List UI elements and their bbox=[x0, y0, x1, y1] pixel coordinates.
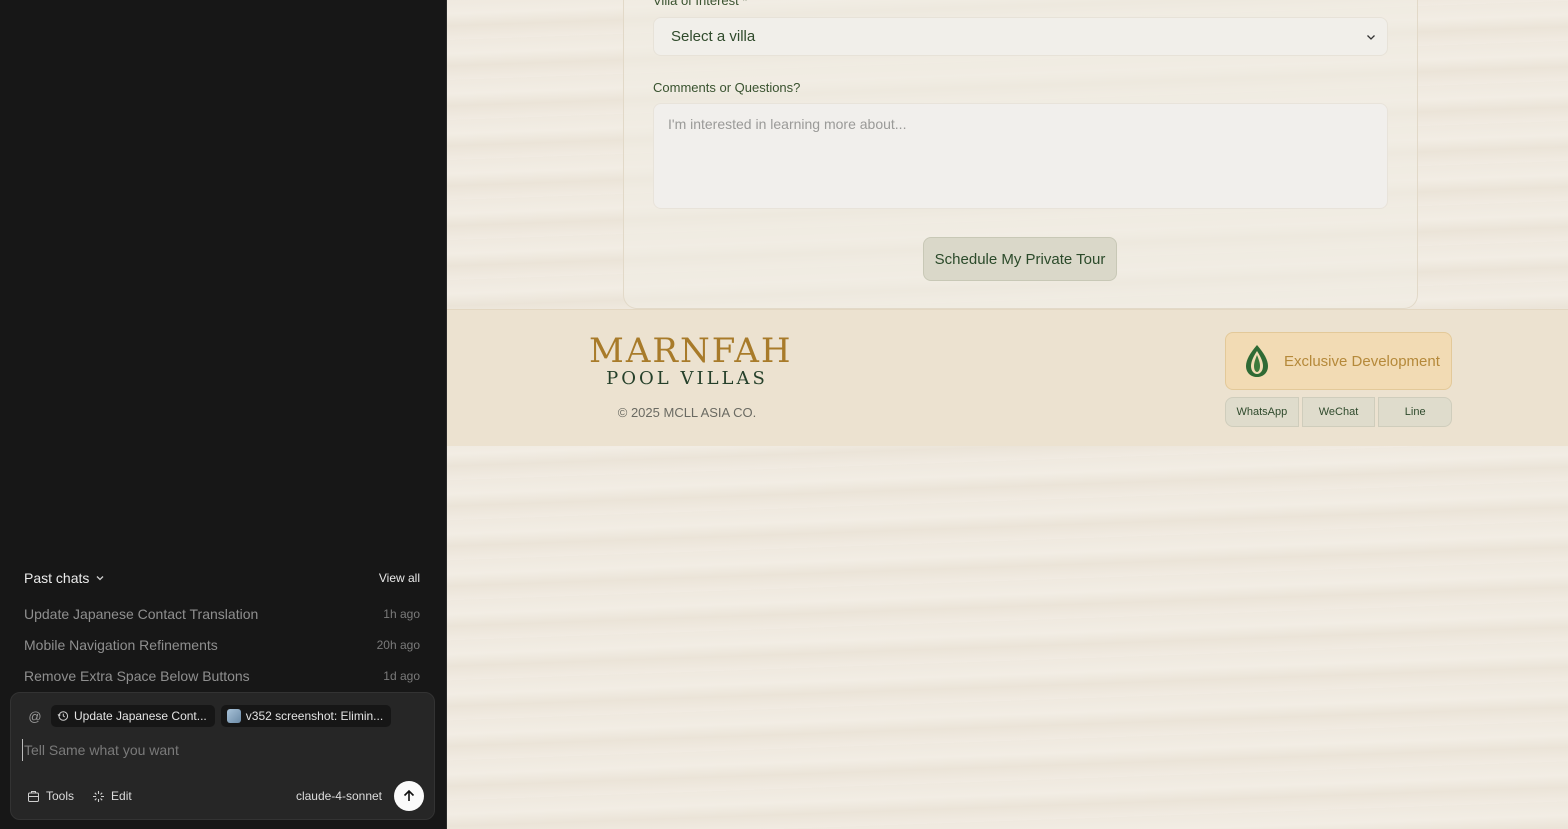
image-thumbnail-icon bbox=[226, 709, 241, 723]
list-item[interactable]: Mobile Navigation Refinements 20h ago bbox=[24, 629, 420, 660]
villa-select-value: Select a villa bbox=[671, 28, 756, 45]
list-item[interactable]: Remove Extra Space Below Buttons 1d ago bbox=[24, 660, 420, 691]
villa-select[interactable]: Select a villa bbox=[653, 17, 1388, 56]
context-chip-label: v352 screenshot: Elimin... bbox=[245, 709, 384, 723]
chat-composer: @ Update Japanese Cont... v352 screensho… bbox=[10, 692, 435, 820]
logo-sub-text: POOL VILLAS bbox=[606, 368, 768, 389]
context-chip-label: Update Japanese Cont... bbox=[74, 709, 207, 723]
comments-label: Comments or Questions? bbox=[653, 80, 801, 95]
history-icon bbox=[57, 711, 69, 721]
copyright-text: © 2025 MCLL ASIA CO. bbox=[617, 405, 757, 420]
chat-title: Mobile Navigation Refinements bbox=[24, 636, 218, 653]
composer-toolbar: Tools Edit claude-4-sonnet bbox=[27, 781, 424, 811]
logo-main-text: MARNFAH bbox=[589, 331, 793, 371]
edit-label: Edit bbox=[111, 789, 132, 803]
sparkle-icon bbox=[93, 790, 105, 802]
chat-sidebar: Past chats View all Update Japanese Cont… bbox=[0, 0, 447, 829]
view-all-link[interactable]: View all bbox=[379, 571, 420, 585]
chevron-down-icon bbox=[1367, 34, 1375, 40]
website-preview: Villa of Interest * Select a villa Comme… bbox=[447, 0, 1568, 829]
past-chats-header: Past chats View all bbox=[24, 568, 420, 588]
site-footer: MARNFAH POOL VILLAS © 2025 MCLL ASIA CO.… bbox=[447, 309, 1568, 446]
exclusive-label: Exclusive Development bbox=[1284, 352, 1440, 370]
chat-title: Remove Extra Space Below Buttons bbox=[24, 667, 250, 684]
tools-button[interactable]: Tools bbox=[27, 789, 74, 803]
list-item[interactable]: Update Japanese Contact Translation 1h a… bbox=[24, 598, 420, 629]
model-selector[interactable]: claude-4-sonnet bbox=[296, 789, 382, 803]
past-chats-label: Past chats bbox=[24, 570, 90, 586]
mention-icon[interactable]: @ bbox=[25, 705, 45, 727]
chat-title: Update Japanese Contact Translation bbox=[24, 605, 259, 622]
chat-time: 1h ago bbox=[383, 606, 420, 621]
past-chats-list: Update Japanese Contact Translation 1h a… bbox=[24, 598, 420, 691]
chevron-down-icon bbox=[96, 576, 104, 581]
tools-label: Tools bbox=[46, 789, 75, 803]
arrow-up-icon bbox=[403, 789, 415, 801]
chat-time: 20h ago bbox=[376, 637, 420, 652]
toolbox-icon bbox=[28, 790, 39, 802]
wechat-button[interactable]: WeChat bbox=[1301, 397, 1376, 427]
social-links: WhatsApp WeChat Line bbox=[1225, 397, 1453, 427]
edit-button[interactable]: Edit bbox=[92, 789, 132, 803]
villa-label: Villa of Interest * bbox=[653, 0, 748, 8]
exclusive-development-badge: Exclusive Development bbox=[1225, 332, 1452, 390]
context-chip-chat[interactable]: Update Japanese Cont... bbox=[51, 705, 215, 727]
chat-time: 1d ago bbox=[383, 668, 420, 683]
comments-textarea[interactable] bbox=[653, 103, 1388, 209]
prompt-input[interactable] bbox=[22, 739, 422, 761]
send-button[interactable] bbox=[394, 781, 424, 811]
whatsapp-button[interactable]: WhatsApp bbox=[1225, 397, 1299, 427]
schedule-tour-button[interactable]: Schedule My Private Tour bbox=[923, 237, 1117, 281]
context-chips: @ Update Japanese Cont... v352 screensho… bbox=[25, 705, 392, 727]
past-chats-toggle[interactable]: Past chats bbox=[24, 570, 105, 586]
leaf-flame-icon bbox=[1246, 345, 1268, 377]
brand-logo[interactable]: MARNFAH POOL VILLAS bbox=[589, 331, 793, 390]
line-button[interactable]: Line bbox=[1378, 397, 1453, 427]
context-chip-screenshot[interactable]: v352 screenshot: Elimin... bbox=[220, 705, 392, 727]
